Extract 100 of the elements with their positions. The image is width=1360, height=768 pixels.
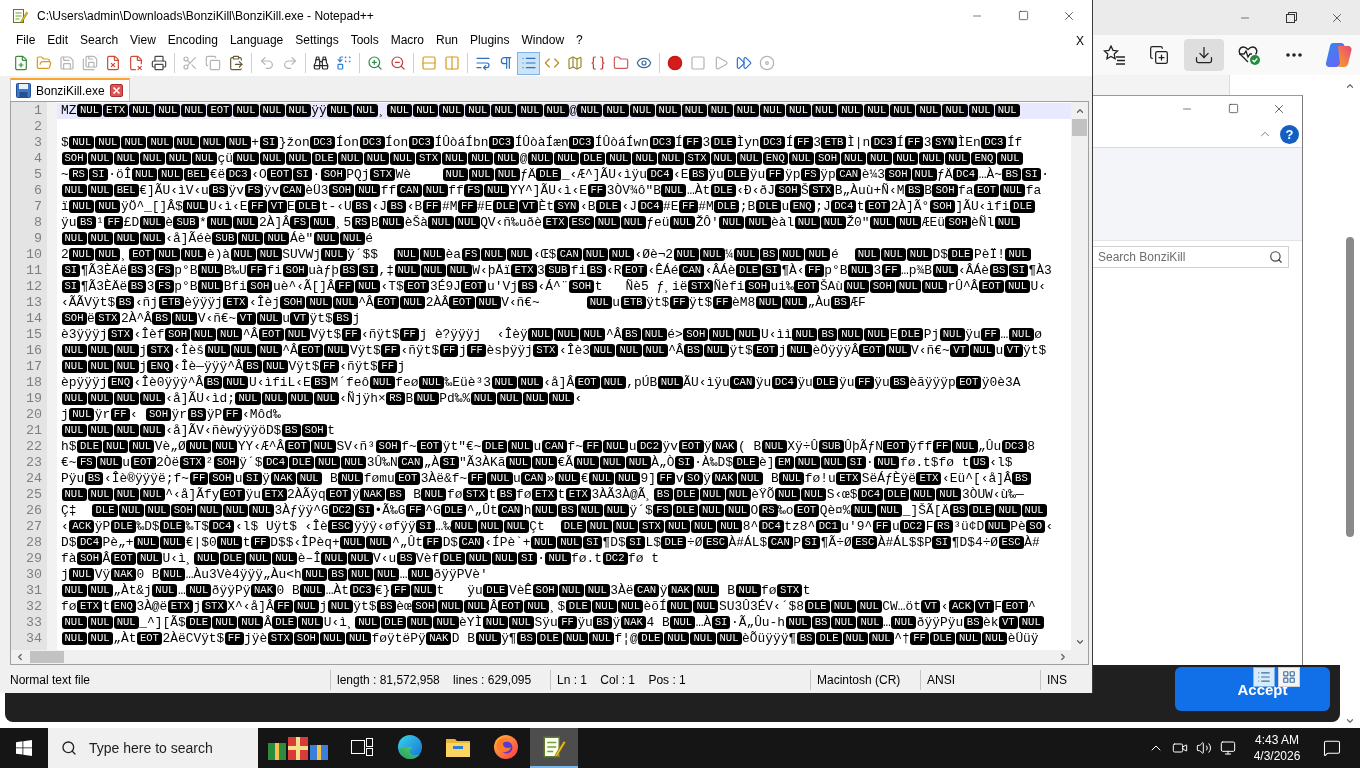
code-text: U‹ì‹E xyxy=(208,199,248,214)
help-button[interactable]: ? xyxy=(1280,124,1299,144)
code-text: CW…öt xyxy=(882,599,921,614)
control-character-badge: BS xyxy=(963,616,983,629)
control-character-badge: NUL xyxy=(503,520,529,533)
menu-item[interactable]: ? xyxy=(570,32,589,49)
menu-item[interactable]: Tools xyxy=(344,32,385,49)
code-text: ff xyxy=(380,183,397,198)
control-character-badge: NUL xyxy=(906,248,932,261)
code-text: u xyxy=(282,311,290,326)
code-text: ÿt"€~ xyxy=(442,439,482,454)
control-character-badge: ENQ xyxy=(762,152,788,165)
control-character-badge: NUL xyxy=(532,504,558,517)
scrollbar-thumb[interactable] xyxy=(1072,119,1087,136)
toolbar-button[interactable] xyxy=(1184,39,1224,71)
code-text: V‹u xyxy=(373,551,397,566)
menu-item[interactable]: Search xyxy=(74,32,125,49)
menu-item[interactable]: Plugins xyxy=(464,32,516,49)
control-character-badge: NUL xyxy=(755,296,781,309)
menu-item[interactable]: Language xyxy=(223,32,290,49)
control-character-badge: DLE xyxy=(813,376,839,389)
control-character-badge: NUL xyxy=(144,504,170,517)
search-field[interactable]: Type here to search xyxy=(48,728,258,768)
code-text: ¸ xyxy=(120,247,129,262)
speech-bubble-icon[interactable] xyxy=(1323,739,1341,757)
code-text: u xyxy=(612,295,621,310)
control-character-badge: NUL xyxy=(470,392,496,405)
line-number: 26 xyxy=(25,503,43,519)
close-tab-icon[interactable] xyxy=(109,84,123,97)
control-character-badge: NUL xyxy=(735,328,761,341)
control-character-badge: NUL xyxy=(139,216,165,229)
horizontal-scrollbar[interactable] xyxy=(11,650,1071,664)
scrollbar-thumb[interactable] xyxy=(30,651,64,663)
control-character-badge: SOH xyxy=(61,312,87,325)
menu-item[interactable]: Encoding xyxy=(161,32,224,49)
control-character-badge: NUL xyxy=(932,264,958,277)
control-character-badge: FF xyxy=(319,360,339,373)
control-character-badge: NUL xyxy=(451,520,477,533)
file-tab[interactable]: BonziKill.exe xyxy=(10,78,130,101)
code-text: èÕüÿÿÿ¶ xyxy=(742,631,797,646)
code-text: #E xyxy=(663,199,679,214)
control-character-badge: NUL xyxy=(230,248,256,261)
menu-item[interactable]: File xyxy=(10,32,42,49)
control-character-badge: BS xyxy=(352,200,371,213)
search-icon xyxy=(61,740,77,756)
control-character-badge: NUL xyxy=(95,248,121,261)
search-field[interactable]: Search BonziKill xyxy=(1093,246,1289,268)
control-character-badge: ENQ xyxy=(147,360,173,373)
code-text: B‰U xyxy=(223,263,247,278)
line-number: 12 xyxy=(25,279,43,295)
code-text: Èt xyxy=(538,199,554,214)
speaker-icon[interactable] xyxy=(1196,740,1212,756)
control-character-badge: EOT xyxy=(258,328,284,341)
code-text: ¶À‹ xyxy=(781,263,805,278)
view-button[interactable] xyxy=(1278,667,1300,687)
code-text: u'Vj xyxy=(486,279,518,294)
line-number: 6 xyxy=(33,183,43,199)
control-character-badge: DLE xyxy=(673,488,699,501)
control-character-badge: NUL xyxy=(616,344,642,357)
control-character-badge: NUL xyxy=(302,568,328,581)
vertical-scrollbar[interactable] xyxy=(1071,102,1088,650)
code-text: €]ÃU‹ìV‹u xyxy=(139,183,209,198)
code-text: 3É9J xyxy=(429,279,461,294)
control-character-badge: DLE xyxy=(536,168,562,181)
control-character-badge: EOT xyxy=(1002,600,1028,613)
menu-item[interactable]: Run xyxy=(430,32,465,49)
control-character-badge: NUL xyxy=(306,296,332,309)
menu-item[interactable]: Macro xyxy=(384,32,430,49)
control-character-badge: BS xyxy=(989,264,1009,277)
code-text: u xyxy=(995,343,1004,358)
code-text: Ñèfi xyxy=(713,279,745,294)
control-character-badge: NUL xyxy=(113,392,139,405)
scrollbar-thumb[interactable] xyxy=(1346,237,1354,537)
camera-icon[interactable] xyxy=(1172,740,1188,756)
control-character-badge: NUL xyxy=(181,104,207,117)
control-character-badge: BS xyxy=(328,568,348,581)
control-character-badge: NUL xyxy=(139,488,165,501)
code-text: À#ÁL$$P xyxy=(877,535,932,550)
code-text: t xyxy=(488,487,497,502)
menu-item[interactable]: Settings xyxy=(289,32,345,49)
control-character-badge: FF xyxy=(248,200,267,213)
control-character-badge: NUL xyxy=(997,152,1023,165)
control-character-badge: NUL xyxy=(761,440,787,453)
code-text: ‹å]ÃU‹ìd; xyxy=(165,391,235,406)
control-character-badge: DLE xyxy=(929,632,955,645)
monitor-icon[interactable] xyxy=(1220,740,1236,756)
menu-item[interactable]: View xyxy=(124,32,162,49)
menu-item[interactable]: Edit xyxy=(41,32,75,49)
control-character-badge: SOH xyxy=(247,280,273,293)
control-character-badge: SI xyxy=(61,280,81,293)
code-text: ff xyxy=(448,183,464,198)
code-text: …Àu3Vè4ÿÿÿ„Àu<h xyxy=(185,567,302,582)
control-character-badge: NUL xyxy=(968,104,994,117)
close-document-button[interactable]: X xyxy=(1076,33,1084,48)
menu-item[interactable]: Window xyxy=(515,32,571,49)
taskbar-app-button[interactable] xyxy=(530,728,578,768)
control-character-badge: NUL xyxy=(198,264,224,277)
control-character-badge: DLE xyxy=(439,552,465,565)
view-button[interactable] xyxy=(1253,667,1275,687)
control-character-badge: STX xyxy=(370,168,396,181)
